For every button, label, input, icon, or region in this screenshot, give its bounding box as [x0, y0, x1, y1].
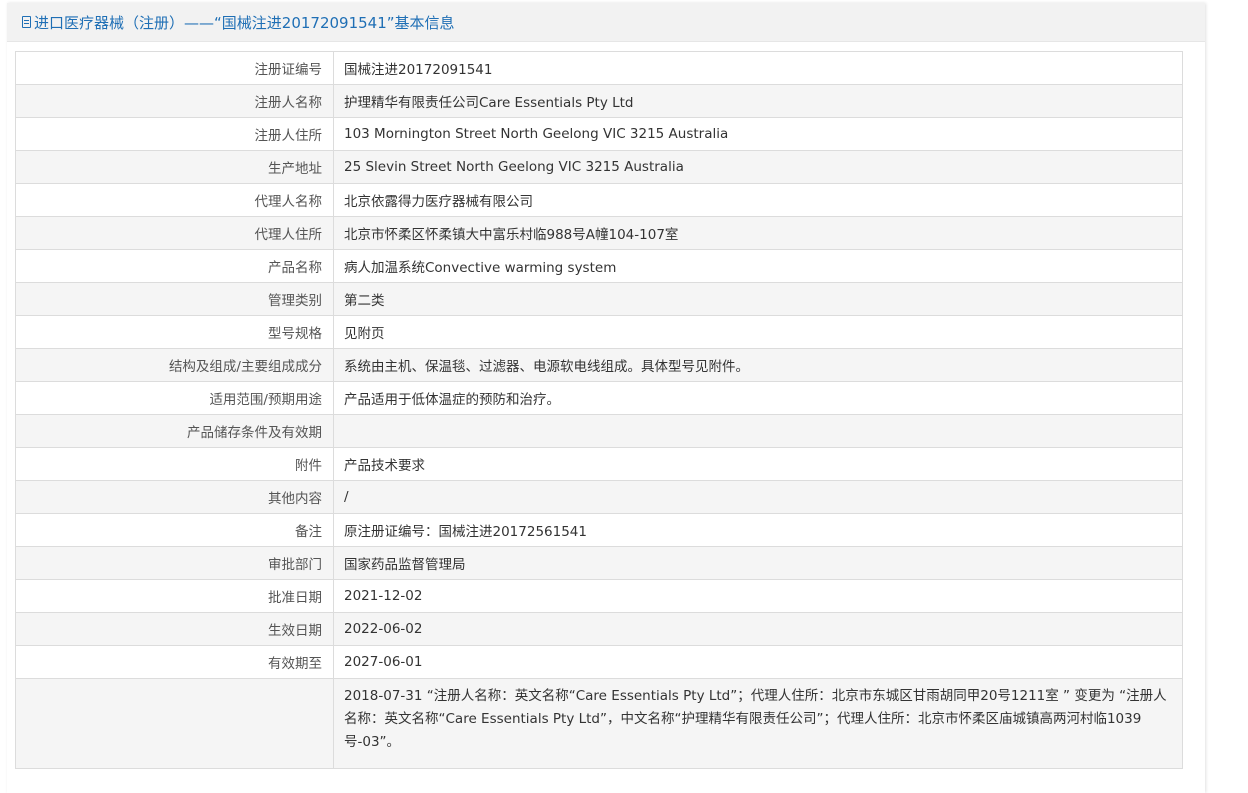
row-value: 产品技术要求	[333, 447, 1183, 481]
row-label: 注册人住所	[15, 117, 334, 151]
document-icon	[22, 16, 31, 28]
table-row: 型号规格 见附页	[15, 315, 1183, 349]
row-value: 国械注进20172091541	[333, 51, 1183, 85]
row-label: 有效期至	[15, 645, 334, 679]
table-row: 有效期至 2027-06-01	[15, 645, 1183, 679]
table-row: 批准日期 2021-12-02	[15, 579, 1183, 613]
row-value: 2027-06-01	[333, 645, 1183, 679]
row-label: 注册人名称	[15, 84, 334, 118]
row-label: 代理人住所	[15, 216, 334, 250]
table-row: 生产地址 25 Slevin Street North Geelong VIC …	[15, 150, 1183, 184]
row-value	[333, 414, 1183, 448]
table-row: 管理类别 第二类	[15, 282, 1183, 316]
row-value: 原注册证编号：国械注进20172561541	[333, 513, 1183, 547]
row-label: 型号规格	[15, 315, 334, 349]
table-row: 结构及组成/主要组成成分 系统由主机、保温毯、过滤器、电源软电线组成。具体型号见…	[15, 348, 1183, 382]
row-value: 25 Slevin Street North Geelong VIC 3215 …	[333, 150, 1183, 184]
row-value: 103 Mornington Street North Geelong VIC …	[333, 117, 1183, 151]
table-row: 生效日期 2022-06-02	[15, 612, 1183, 646]
table-row: 代理人住所 北京市怀柔区怀柔镇大中富乐村临988号A幢104-107室	[15, 216, 1183, 250]
table-row: 代理人名称 北京依露得力医疗器械有限公司	[15, 183, 1183, 217]
row-label: 生效日期	[15, 612, 334, 646]
row-label: 备注	[15, 513, 334, 547]
row-value: /	[333, 480, 1183, 514]
row-label: 附件	[15, 447, 334, 481]
change-history-text: 2018-07-31 “注册人名称：英文名称“Care Essentials P…	[333, 678, 1183, 769]
table-row: 注册证编号 国械注进20172091541	[15, 51, 1183, 85]
table-row-change-history: 2018-07-31 “注册人名称：英文名称“Care Essentials P…	[15, 678, 1183, 769]
row-label: 结构及组成/主要组成成分	[15, 348, 334, 382]
table-row: 注册人名称 护理精华有限责任公司Care Essentials Pty Ltd	[15, 84, 1183, 118]
table-row: 备注 原注册证编号：国械注进20172561541	[15, 513, 1183, 547]
row-label: 审批部门	[15, 546, 334, 580]
row-label: 注册证编号	[15, 51, 334, 85]
page-title: 进口医疗器械（注册）——“国械注进20172091541”基本信息	[34, 13, 455, 32]
row-value: 产品适用于低体温症的预防和治疗。	[333, 381, 1183, 415]
row-value: 国家药品监督管理局	[333, 546, 1183, 580]
table-row: 附件 产品技术要求	[15, 447, 1183, 481]
row-label: 批准日期	[15, 579, 334, 613]
row-value: 北京依露得力医疗器械有限公司	[333, 183, 1183, 217]
row-value: 2021-12-02	[333, 579, 1183, 613]
table-row: 产品储存条件及有效期	[15, 414, 1183, 448]
table-row: 适用范围/预期用途 产品适用于低体温症的预防和治疗。	[15, 381, 1183, 415]
table-row: 产品名称 病人加温系统Convective warming system	[15, 249, 1183, 283]
info-table: 注册证编号 国械注进20172091541 注册人名称 护理精华有限责任公司Ca…	[15, 51, 1183, 769]
row-value: 系统由主机、保温毯、过滤器、电源软电线组成。具体型号见附件。	[333, 348, 1183, 382]
row-value: 护理精华有限责任公司Care Essentials Pty Ltd	[333, 84, 1183, 118]
row-label: 生产地址	[15, 150, 334, 184]
row-label: 产品储存条件及有效期	[15, 414, 334, 448]
table-row: 其他内容 /	[15, 480, 1183, 514]
row-label: 其他内容	[15, 480, 334, 514]
row-value: 病人加温系统Convective warming system	[333, 249, 1183, 283]
row-label: 代理人名称	[15, 183, 334, 217]
panel-header: 进口医疗器械（注册）——“国械注进20172091541”基本信息	[7, 3, 1205, 42]
table-row: 注册人住所 103 Mornington Street North Geelon…	[15, 117, 1183, 151]
row-label	[15, 678, 334, 769]
row-value: 2022-06-02	[333, 612, 1183, 646]
row-label: 产品名称	[15, 249, 334, 283]
row-value: 见附页	[333, 315, 1183, 349]
table-row: 审批部门 国家药品监督管理局	[15, 546, 1183, 580]
row-label: 管理类别	[15, 282, 334, 316]
row-label: 适用范围/预期用途	[15, 381, 334, 415]
row-value: 第二类	[333, 282, 1183, 316]
row-value: 北京市怀柔区怀柔镇大中富乐村临988号A幢104-107室	[333, 216, 1183, 250]
